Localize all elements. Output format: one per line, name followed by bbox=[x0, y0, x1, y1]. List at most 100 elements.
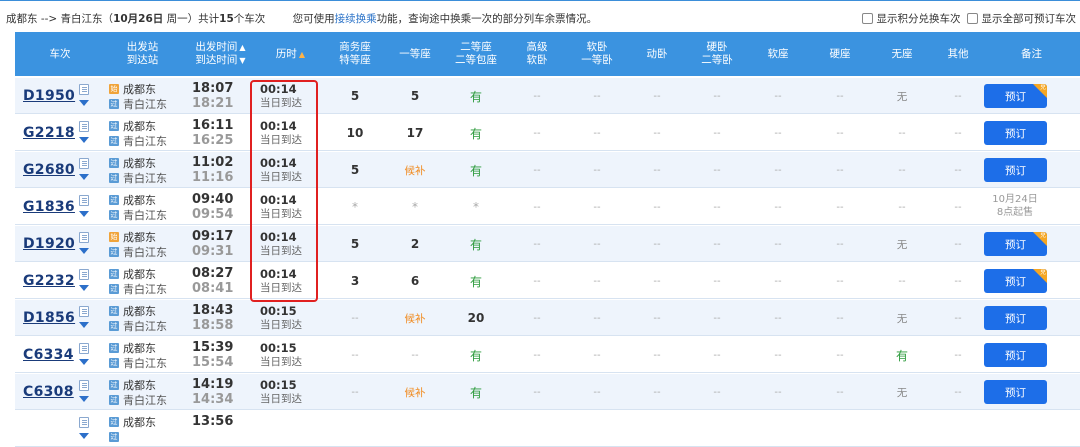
seat-value: 有 bbox=[469, 89, 482, 104]
train-info-icon[interactable] bbox=[79, 84, 89, 95]
chevron-down-icon[interactable] bbox=[79, 248, 89, 254]
seat-value: 10 bbox=[346, 126, 364, 140]
train-number-link[interactable]: G1836 bbox=[23, 199, 75, 215]
seat-availability: -- bbox=[809, 226, 871, 262]
duration: 00:15 当日到达 bbox=[260, 341, 320, 369]
book-button[interactable]: 预订 bbox=[984, 121, 1047, 145]
train-info-icon[interactable] bbox=[79, 417, 89, 428]
arrival-station: 青白江东 bbox=[123, 97, 167, 111]
seat-value: -- bbox=[351, 349, 359, 361]
arrival-type-badge: 过 bbox=[109, 98, 119, 109]
book-button[interactable]: 预订 bbox=[984, 306, 1047, 330]
train-info-icon[interactable] bbox=[79, 269, 89, 280]
seat-availability: -- bbox=[871, 115, 933, 151]
train-number-link[interactable]: D1920 bbox=[23, 236, 75, 252]
query-summary-bar: 成都东 --> 青白江东（10月26日 周一）共计15个车次 您可使用接续换乘功… bbox=[0, 0, 1080, 30]
train-info-icon[interactable] bbox=[79, 158, 89, 169]
duration-time: 00:15 bbox=[260, 378, 297, 392]
train-info-icon[interactable] bbox=[79, 232, 89, 243]
arrival-station: 青白江东 bbox=[123, 171, 167, 185]
arrival-station: 青白江东 bbox=[123, 356, 167, 370]
seat-value[interactable]: 候补 bbox=[405, 311, 426, 326]
train-info-icon[interactable] bbox=[79, 121, 89, 132]
book-button[interactable]: 预订兑 bbox=[984, 232, 1047, 256]
seat-availability: -- bbox=[809, 152, 871, 188]
col-time-sort[interactable]: 出发时间 ▲ 到达时间 ▼ bbox=[183, 32, 258, 76]
seat-availability: -- bbox=[627, 152, 687, 188]
chevron-down-icon[interactable] bbox=[79, 285, 89, 291]
seat-value[interactable]: 候补 bbox=[405, 163, 426, 178]
book-button[interactable]: 预订 bbox=[984, 380, 1047, 404]
seat-value: -- bbox=[533, 349, 541, 361]
departure-time: 14:19 bbox=[192, 377, 234, 392]
train-info-icon[interactable] bbox=[79, 343, 89, 354]
seat-availability: 17 bbox=[385, 115, 445, 151]
seat-value: 无 bbox=[896, 90, 908, 103]
points-exchange-checkbox[interactable] bbox=[861, 13, 873, 24]
book-button[interactable]: 预订 bbox=[984, 343, 1047, 367]
transfer-link[interactable]: 接续换乘 bbox=[335, 13, 377, 25]
seat-availability: -- bbox=[809, 263, 871, 299]
train-number-link[interactable]: D1950 bbox=[23, 88, 75, 104]
train-info-icon[interactable] bbox=[79, 195, 89, 206]
train-number-link[interactable]: G2218 bbox=[23, 125, 75, 141]
seat-value: -- bbox=[533, 275, 541, 287]
train-info-icon[interactable] bbox=[79, 306, 89, 317]
seat-value: -- bbox=[774, 238, 782, 250]
train-number-link[interactable]: C6308 bbox=[23, 384, 74, 400]
chevron-down-icon[interactable] bbox=[79, 174, 89, 180]
duration-time: 00:14 bbox=[260, 82, 297, 96]
table-row: D1920 始成都东过青白江东 09:17 09:31 00:14 当日到达 5 2 有 -- --… bbox=[15, 226, 1080, 262]
seat-value: -- bbox=[593, 164, 601, 176]
chevron-down-icon[interactable] bbox=[79, 100, 89, 106]
departure-station: 成都东 bbox=[123, 304, 156, 318]
table-row: C6308 过成都东过青白江东 14:19 14:34 00:15 当日到达 -- 候补有 --… bbox=[15, 374, 1080, 410]
departure-type-badge: 始 bbox=[109, 231, 119, 242]
seat-value: -- bbox=[954, 127, 962, 139]
train-number-link[interactable]: G2232 bbox=[23, 273, 75, 289]
seat-availability bbox=[385, 411, 445, 447]
departure-type-badge: 过 bbox=[109, 379, 119, 390]
chevron-down-icon[interactable] bbox=[79, 137, 89, 143]
seat-availability: -- bbox=[567, 78, 627, 114]
train-number-link[interactable]: D1856 bbox=[23, 310, 75, 326]
duration: 00:15 当日到达 bbox=[260, 304, 320, 332]
seat-availability: -- bbox=[933, 374, 983, 410]
seat-value[interactable]: 候补 bbox=[405, 385, 426, 400]
departure-station: 成都东 bbox=[123, 415, 156, 429]
chevron-down-icon[interactable] bbox=[79, 359, 89, 365]
seat-value: 5 bbox=[350, 89, 360, 103]
train-number-link[interactable]: C6334 bbox=[23, 347, 74, 363]
seat-availability: -- bbox=[933, 152, 983, 188]
seat-availability: -- bbox=[687, 189, 747, 225]
table-row: D1950 始成都东过青白江东 18:07 18:21 00:14 当日到达 5 5 有 -- --… bbox=[15, 78, 1080, 114]
seat-value: -- bbox=[653, 238, 661, 250]
arrival-time: 11:16 bbox=[192, 170, 234, 185]
chevron-down-icon[interactable] bbox=[79, 322, 89, 328]
seat-availability: -- bbox=[567, 152, 627, 188]
seat-value: -- bbox=[351, 386, 359, 398]
station-pair: 过成都东过 bbox=[109, 414, 189, 444]
time-pair: 18:07 18:21 bbox=[192, 81, 252, 111]
col-duration-sort[interactable]: 历时 ▲ bbox=[258, 32, 323, 76]
chevron-down-icon[interactable] bbox=[79, 211, 89, 217]
all-bookable-checkbox[interactable] bbox=[966, 13, 978, 24]
departure-station: 成都东 bbox=[123, 341, 156, 355]
seat-value: -- bbox=[533, 312, 541, 324]
duration-time: 00:14 bbox=[260, 119, 297, 133]
book-button[interactable]: 预订兑 bbox=[984, 84, 1047, 108]
seat-availability: 5 bbox=[325, 152, 385, 188]
seat-availability: 候补 bbox=[385, 300, 445, 336]
seat-availability: -- bbox=[567, 226, 627, 262]
book-button[interactable]: 预订兑 bbox=[984, 269, 1047, 293]
station-pair: 过成都东过青白江东 bbox=[109, 266, 189, 296]
book-button[interactable]: 预订 bbox=[984, 158, 1047, 182]
train-number-link[interactable]: G2680 bbox=[23, 162, 75, 178]
departure-time: 18:07 bbox=[192, 81, 234, 96]
seat-availability: 2 bbox=[385, 226, 445, 262]
chevron-down-icon[interactable] bbox=[79, 433, 89, 439]
chevron-down-icon[interactable] bbox=[79, 396, 89, 402]
train-info-icon[interactable] bbox=[79, 380, 89, 391]
seat-value: -- bbox=[713, 90, 721, 102]
seat-availability: * bbox=[385, 189, 445, 225]
